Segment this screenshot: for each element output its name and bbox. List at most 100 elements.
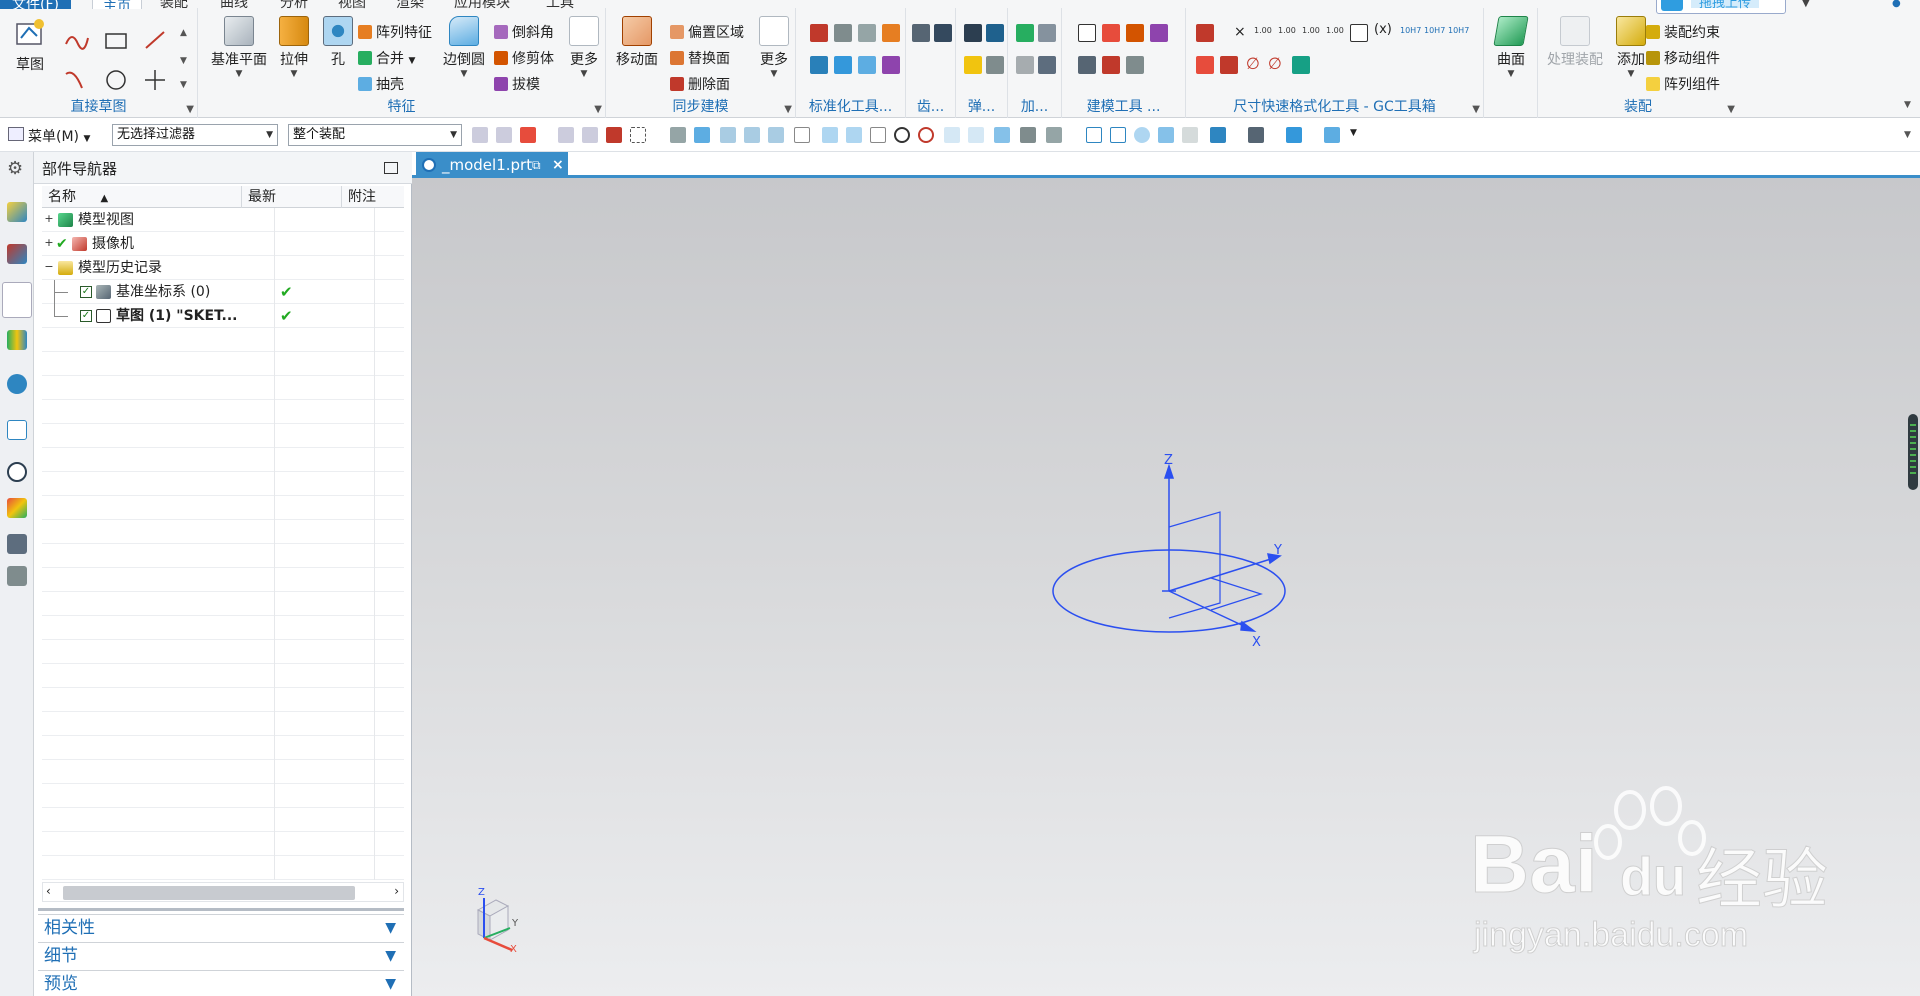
- snap-icon[interactable]: [496, 127, 512, 143]
- draft-button[interactable]: 拔模: [494, 74, 540, 96]
- replace-face-button[interactable]: 替换面: [670, 48, 730, 70]
- body-filter-icon[interactable]: [694, 127, 710, 143]
- tree-row-model-history[interactable]: − 模型历史记录: [42, 256, 404, 280]
- process-assembly-button[interactable]: 处理装配: [1542, 16, 1608, 69]
- diameter-icon[interactable]: ∅: [1246, 54, 1260, 73]
- column-header-latest[interactable]: 最新: [242, 186, 342, 208]
- delete-face-button[interactable]: 删除面: [670, 74, 730, 96]
- tool-icon[interactable]: [1196, 56, 1214, 74]
- chevron-down-icon[interactable]: ▼: [1802, 0, 1810, 9]
- tool-icon[interactable]: [1292, 56, 1310, 74]
- tool-icon[interactable]: [1126, 24, 1144, 42]
- expand-icon[interactable]: +: [44, 213, 54, 224]
- tool-icon[interactable]: [1126, 56, 1144, 74]
- process-studio-icon[interactable]: [7, 534, 27, 554]
- hole-button[interactable]: 孔: [318, 16, 358, 69]
- snap-face-icon[interactable]: [994, 127, 1010, 143]
- part-navigator-icon[interactable]: [2, 282, 32, 318]
- tool-icon[interactable]: [882, 56, 900, 74]
- orient-view-icon[interactable]: [1286, 127, 1302, 143]
- tool-icon[interactable]: [1220, 56, 1238, 74]
- assembly-constraint-button[interactable]: 装配约束: [1646, 22, 1720, 44]
- display-icon[interactable]: [1324, 127, 1340, 143]
- snap-perpendicular-icon[interactable]: [870, 127, 886, 143]
- fit-view-icon[interactable]: [1086, 127, 1102, 143]
- gear-tool-icon[interactable]: [934, 24, 952, 42]
- panel-preview[interactable]: 预览 ▼: [38, 970, 404, 996]
- roles-icon[interactable]: [7, 566, 27, 586]
- panel-dependencies[interactable]: 相关性 ▼: [38, 914, 404, 940]
- clear-format-icon[interactable]: ×: [1234, 24, 1246, 40]
- spring-tool-icon[interactable]: [986, 56, 1004, 74]
- sketch-button[interactable]: 草图: [8, 16, 52, 74]
- pattern-component-button[interactable]: 阵列组件: [1646, 74, 1720, 96]
- snap-icon[interactable]: [582, 127, 598, 143]
- expand-icon[interactable]: ▼: [180, 56, 187, 66]
- tree-row-cameras[interactable]: + ✔ 摄像机: [42, 232, 404, 256]
- vertical-indicator[interactable]: [1908, 414, 1918, 490]
- snap-line-icon[interactable]: [744, 127, 760, 143]
- constraint-navigator-icon[interactable]: [7, 244, 27, 264]
- snap-tangent-icon[interactable]: [968, 127, 984, 143]
- settings-gear-icon[interactable]: ⚙: [7, 158, 27, 179]
- menu-button[interactable]: 菜单(M) ▼: [28, 126, 90, 146]
- selection-scope-dropdown[interactable]: 整个装配 ▼: [288, 124, 462, 146]
- scroll-left-icon[interactable]: ‹: [46, 884, 51, 898]
- snap-spline-icon[interactable]: [822, 127, 838, 143]
- unite-button[interactable]: 合并 ▼: [358, 48, 415, 70]
- sync-more-button[interactable]: 更多 ▼: [756, 16, 792, 79]
- toolbar-options-icon[interactable]: ▼: [1904, 130, 1911, 140]
- group-expand-icon[interactable]: ▼: [594, 104, 602, 115]
- expand-icon[interactable]: +: [44, 237, 54, 248]
- snap-intersection-icon[interactable]: [944, 127, 960, 143]
- tool-icon[interactable]: [858, 24, 876, 42]
- tree-row-model-views[interactable]: + 模型视图: [42, 208, 404, 232]
- tool-icon[interactable]: [882, 24, 900, 42]
- spring-tool-icon[interactable]: [964, 56, 982, 74]
- snap-tool-icon[interactable]: [1020, 127, 1036, 143]
- snap-icon[interactable]: [472, 127, 488, 143]
- group-expand-icon[interactable]: ▼: [186, 104, 194, 115]
- group-expand-icon[interactable]: ▼: [784, 104, 792, 115]
- history-icon[interactable]: [7, 420, 27, 440]
- shell-button[interactable]: 抽壳: [358, 74, 404, 96]
- fit-format-icon[interactable]: 10H7: [1400, 26, 1421, 35]
- zoom-icon[interactable]: [1110, 127, 1126, 143]
- tree-row-sketch[interactable]: ✓ 草图 (1) "SKET... ✔: [42, 304, 404, 328]
- assembly-navigator-icon[interactable]: [7, 202, 27, 222]
- scroll-up-icon[interactable]: ▲: [180, 28, 187, 38]
- format-icon[interactable]: 1.00: [1326, 26, 1344, 35]
- tool-icon[interactable]: [834, 56, 852, 74]
- scrollbar-thumb[interactable]: [63, 886, 355, 900]
- palette-icon[interactable]: [7, 498, 27, 518]
- snap-tool-icon[interactable]: [1046, 127, 1062, 143]
- sketch-curve-tools[interactable]: [60, 28, 180, 98]
- fit-format-icon[interactable]: 10H7: [1424, 26, 1445, 35]
- fit-format-icon[interactable]: 10H7: [1448, 26, 1469, 35]
- edge-blend-button[interactable]: 边倒圆 ▼: [442, 16, 486, 79]
- ribbon-options-icon[interactable]: ▼: [1904, 100, 1911, 110]
- tool-icon[interactable]: [1102, 24, 1120, 42]
- body-filter-icon[interactable]: [670, 127, 686, 143]
- add-tool-icon[interactable]: [1016, 56, 1034, 74]
- gear-tool-icon[interactable]: [912, 24, 930, 42]
- view-icon[interactable]: [1182, 127, 1198, 143]
- panel-details[interactable]: 细节 ▼: [38, 942, 404, 968]
- snap-center-icon[interactable]: [894, 127, 910, 143]
- snap-spline-icon[interactable]: [846, 127, 862, 143]
- help-icon[interactable]: ●: [1892, 0, 1901, 9]
- format-icon[interactable]: 1.00: [1302, 26, 1320, 35]
- selection-filter-dropdown[interactable]: 无选择过滤器 ▼: [112, 124, 278, 146]
- datum-plane-button[interactable]: 基准平面 ▼: [208, 16, 270, 79]
- pattern-feature-button[interactable]: 阵列特征: [358, 22, 432, 44]
- move-component-button[interactable]: 移动组件: [1646, 48, 1720, 70]
- pan-icon[interactable]: [1158, 127, 1174, 143]
- trim-body-button[interactable]: 修剪体: [494, 48, 554, 70]
- format-icon[interactable]: 1.00: [1254, 26, 1272, 35]
- tool-icon[interactable]: [1150, 24, 1168, 42]
- selection-icon[interactable]: [606, 127, 622, 143]
- render-style-icon[interactable]: [1248, 127, 1264, 143]
- box-format-icon[interactable]: [1350, 24, 1368, 42]
- tree-row-datum-csys[interactable]: ✓ 基准坐标系 (0) ✔: [42, 280, 404, 304]
- web-browser-icon[interactable]: [7, 374, 27, 394]
